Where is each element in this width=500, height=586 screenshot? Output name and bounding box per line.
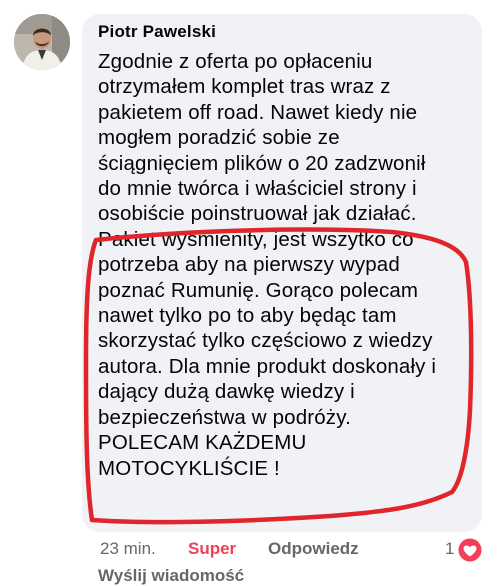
comment-line: bezpieczeństwa w podróży. [98,405,351,429]
comment-line: ściągnięciem plików o 20 zadzwonił [98,151,426,175]
comment-line: pakietem off road. Nawet kiedy nie [98,100,418,124]
love-reaction-icon[interactable] [456,536,484,564]
comment-line: otrzymałem komplet tras wraz z [98,75,391,99]
comment-line: POLECAM KAŻDEMU [98,431,307,455]
comment-line: poznać Rumunię. Gorąco polecam [98,278,419,302]
comment-line: Zgodnie z oferta po opłaceniu [98,50,373,73]
comment-line: nawet tylko po to aby będąc tam [98,304,397,328]
comment-line: do mnie twórca i właściciel strony i [98,177,417,201]
comment-line: dający dużą dawkę wiedzy i [98,380,355,404]
reaction-count[interactable]: 1 [445,539,454,559]
comment-line: MOTOCYKLIŚCIE ! [98,456,280,480]
profile-photo [14,14,70,70]
comment-text: Zgodnie z oferta po opłaceniu otrzymałem… [98,49,478,481]
comment-line: autora. Dla mnie produkt doskonały i [98,354,437,378]
comment-author-name[interactable]: Piotr Pawelski [98,22,216,42]
comment-line: mogłem poradzić sobie ze [98,126,340,150]
comment-line: osobiście poinstruował jak działać. [98,202,417,226]
comment-line: skorzystać tylko częściowo z wiedzy [98,329,433,353]
send-message-link[interactable]: Wyślij wiadomość [98,566,244,586]
comment-line: Pakiet wyśmienity, jest wszytko co [98,227,414,251]
avatar[interactable] [14,14,70,70]
comment-line: potrzeba aby na pierwszy wypad [98,253,400,277]
like-button[interactable]: Super [188,539,236,559]
reply-button[interactable]: Odpowiedz [268,539,359,559]
comment-timestamp[interactable]: 23 min. [100,539,156,559]
